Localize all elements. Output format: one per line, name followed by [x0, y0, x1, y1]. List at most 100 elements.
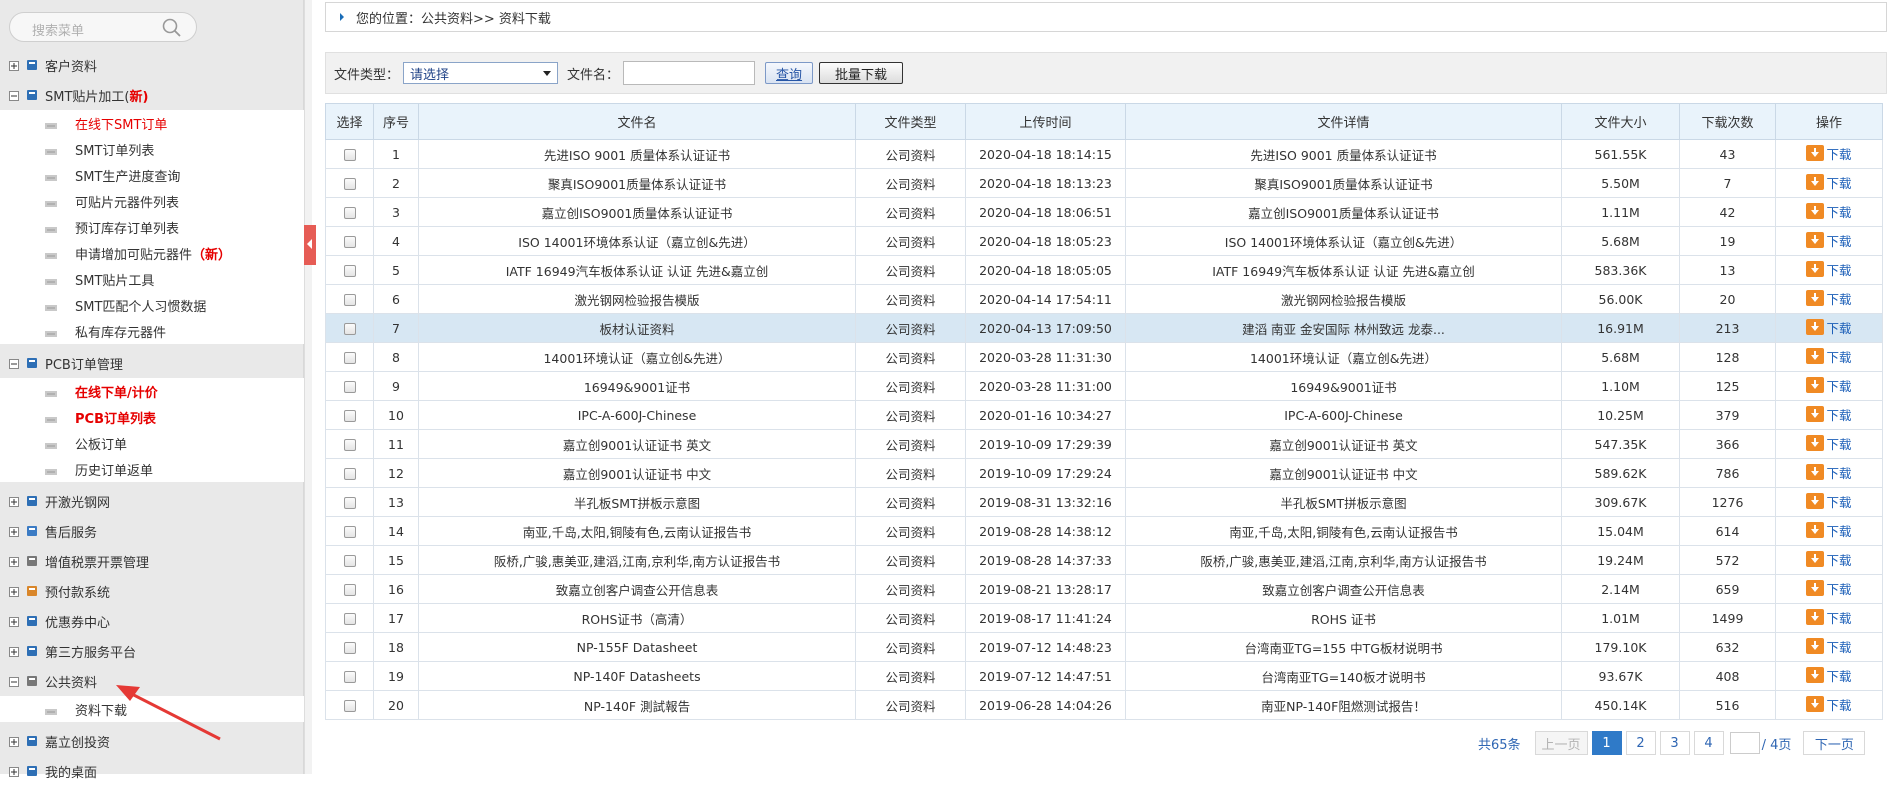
- sidebar-group-5[interactable]: 售后服务: [0, 516, 303, 546]
- row-checkbox[interactable]: [343, 294, 356, 306]
- prev-page-button[interactable]: 上一页: [1534, 731, 1588, 755]
- sidebar-item[interactable]: SMT生产进度查询: [0, 162, 304, 188]
- sidebar-item[interactable]: 在线下SMT订单: [0, 110, 304, 136]
- sidebar-item[interactable]: 在线下单/计价: [0, 378, 304, 404]
- row-checkbox[interactable]: [343, 671, 356, 683]
- download-link[interactable]: 下载: [1806, 637, 1852, 656]
- download-link[interactable]: 下载: [1806, 579, 1852, 598]
- sidebar-group-6[interactable]: 增值税票开票管理: [0, 546, 303, 576]
- sidebar-group-9[interactable]: 第三方服务平台: [0, 636, 303, 666]
- expand-icon[interactable]: [9, 60, 19, 71]
- row-checkbox[interactable]: [343, 497, 356, 509]
- expand-icon[interactable]: [9, 646, 19, 657]
- menu-group-icon: [26, 89, 38, 101]
- download-link[interactable]: 下载: [1806, 434, 1852, 453]
- sidebar-splitter[interactable]: [304, 0, 312, 774]
- collapse-icon[interactable]: [9, 90, 19, 101]
- sidebar-group-4[interactable]: 开激光钢网: [0, 486, 303, 516]
- download-link[interactable]: 下载: [1806, 695, 1852, 714]
- row-checkbox[interactable]: [343, 352, 356, 364]
- sidebar-group-1[interactable]: 客户资料: [0, 50, 303, 80]
- query-button[interactable]: 查询: [765, 62, 814, 84]
- download-link[interactable]: 下载: [1806, 173, 1852, 192]
- row-checkbox[interactable]: [343, 468, 356, 480]
- menu-group-icon: [26, 675, 38, 687]
- collapse-icon[interactable]: [9, 358, 19, 369]
- file-name-label: 文件名：: [567, 67, 620, 83]
- sidebar-group-3[interactable]: PCB订单管理: [0, 348, 303, 378]
- sidebar-item[interactable]: 可贴片元器件列表: [0, 188, 304, 214]
- page-jump-input[interactable]: [1729, 732, 1760, 754]
- page-number-button[interactable]: 3: [1659, 731, 1690, 755]
- row-select-cell: [325, 371, 374, 401]
- download-link[interactable]: 下载: [1806, 521, 1852, 540]
- expand-icon[interactable]: [9, 766, 19, 777]
- collapse-icon[interactable]: [9, 676, 19, 687]
- sidebar-item[interactable]: PCB订单列表: [0, 404, 304, 430]
- download-link[interactable]: 下载: [1806, 492, 1852, 511]
- expand-icon[interactable]: [9, 556, 19, 567]
- download-link-label: 下载: [1826, 552, 1852, 568]
- file-name-input[interactable]: [623, 61, 756, 85]
- download-link[interactable]: 下载: [1806, 260, 1852, 279]
- expand-icon[interactable]: [9, 526, 19, 537]
- row-checkbox[interactable]: [343, 207, 356, 219]
- file-type-select[interactable]: 请选择: [403, 62, 559, 84]
- row-checkbox[interactable]: [343, 700, 356, 712]
- sidebar-group-8[interactable]: 优惠券中心: [0, 606, 303, 636]
- next-page-button[interactable]: 下一页: [1803, 731, 1866, 755]
- download-link[interactable]: 下载: [1806, 231, 1852, 250]
- row-checkbox[interactable]: [343, 584, 356, 596]
- download-link[interactable]: 下载: [1806, 202, 1852, 221]
- row-checkbox[interactable]: [343, 526, 356, 538]
- col-header-filetype: 文件类型: [855, 103, 966, 140]
- page-number-button[interactable]: 1: [1591, 731, 1622, 755]
- download-link[interactable]: 下载: [1806, 289, 1852, 308]
- row-checkbox[interactable]: [343, 642, 356, 654]
- sidebar-item[interactable]: 私有库存元器件: [0, 318, 304, 344]
- download-link[interactable]: 下载: [1806, 666, 1852, 685]
- row-checkbox[interactable]: [343, 439, 356, 451]
- download-link[interactable]: 下载: [1806, 405, 1852, 424]
- collapse-sidebar-button[interactable]: [304, 225, 316, 265]
- expand-icon[interactable]: [9, 616, 19, 627]
- download-link[interactable]: 下载: [1806, 144, 1852, 163]
- sidebar-item[interactable]: SMT订单列表: [0, 136, 304, 162]
- row-checkbox[interactable]: [343, 323, 356, 335]
- row-checkbox[interactable]: [343, 555, 356, 567]
- page-number-button[interactable]: 2: [1625, 731, 1656, 755]
- row-checkbox[interactable]: [343, 381, 356, 393]
- sidebar-item[interactable]: 历史订单返单: [0, 456, 304, 482]
- download-link[interactable]: 下载: [1806, 376, 1852, 395]
- download-link[interactable]: 下载: [1806, 608, 1852, 627]
- row-checkbox[interactable]: [343, 236, 356, 248]
- sidebar-item[interactable]: SMT贴片工具: [0, 266, 304, 292]
- download-link[interactable]: 下载: [1806, 347, 1852, 366]
- sidebar-group-2[interactable]: SMT贴片加工(新): [0, 80, 303, 110]
- sidebar-item[interactable]: 预订库存订单列表: [0, 214, 304, 240]
- sidebar-item[interactable]: 申请增加可贴元器件 （新）: [0, 240, 304, 266]
- row-checkbox[interactable]: [343, 178, 356, 190]
- sidebar-group-12[interactable]: 我的桌面: [0, 756, 303, 786]
- sidebar-item[interactable]: 公板订单: [0, 430, 304, 456]
- download-link[interactable]: 下载: [1806, 550, 1852, 569]
- expand-icon[interactable]: [9, 586, 19, 597]
- download-link[interactable]: 下载: [1806, 463, 1852, 482]
- download-icon: [1806, 435, 1825, 452]
- page-number-button[interactable]: 4: [1693, 731, 1724, 755]
- row-checkbox[interactable]: [343, 265, 356, 277]
- sidebar-group-7[interactable]: 预付款系统: [0, 576, 303, 606]
- row-checkbox[interactable]: [343, 149, 356, 161]
- download-link[interactable]: 下载: [1806, 318, 1852, 337]
- row-select-cell: [325, 313, 374, 343]
- search-icon[interactable]: [162, 18, 182, 41]
- bulk-download-button[interactable]: 批量下载: [819, 62, 904, 84]
- row-checkbox[interactable]: [343, 613, 356, 625]
- menu-search-box[interactable]: 搜索菜单: [9, 12, 197, 42]
- file-details: 聚真ISO9001质量体系认证证书: [1125, 168, 1562, 198]
- sidebar-item[interactable]: SMT匹配个人习惯数据: [0, 292, 304, 318]
- row-select-cell: [325, 458, 374, 488]
- expand-icon[interactable]: [9, 496, 19, 507]
- expand-icon[interactable]: [9, 736, 19, 747]
- row-checkbox[interactable]: [343, 410, 356, 422]
